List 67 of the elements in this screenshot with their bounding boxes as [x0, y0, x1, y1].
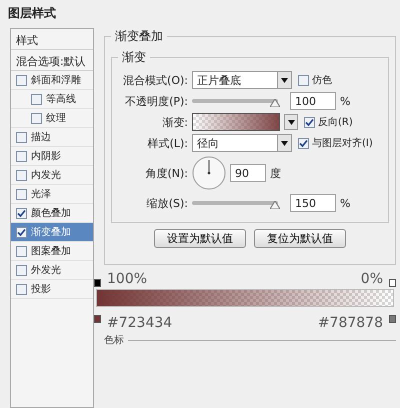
default-button[interactable]: 设置为默认值	[154, 229, 246, 248]
sidebar-item[interactable]: 等高线	[11, 90, 93, 109]
checkbox[interactable]	[16, 74, 27, 86]
dropdown-button[interactable]	[284, 114, 298, 130]
checkbox[interactable]	[16, 208, 27, 218]
opacity-stop-label: 0%	[360, 271, 383, 287]
field-label: 不透明度(P):	[124, 94, 188, 108]
sidebar-item[interactable]: 内阴影	[11, 147, 93, 166]
sidebar-header: 样式	[11, 29, 93, 50]
sidebar-item[interactable]: 渐变叠加	[11, 223, 93, 242]
sidebar-item[interactable]: 图案叠加	[11, 242, 93, 261]
angle-dial[interactable]	[192, 156, 226, 190]
slider-thumb[interactable]	[270, 201, 280, 209]
field-label: 缩放(S):	[146, 196, 188, 210]
checkbox[interactable]	[31, 94, 42, 104]
default-button[interactable]: 复位为默认值	[254, 229, 346, 248]
color-stop-label: #787878	[318, 315, 383, 331]
color-stop-marker[interactable]	[389, 315, 396, 323]
dropdown-arrow-icon	[281, 140, 288, 146]
checkbox[interactable]	[298, 74, 309, 86]
sidebar-item[interactable]: 投影	[11, 280, 93, 299]
checkbox[interactable]	[16, 150, 27, 162]
window-title: 图层样式	[7, 5, 57, 22]
checkbox[interactable]	[16, 264, 27, 276]
dropdown[interactable]: 正片叠底	[192, 71, 292, 89]
group-title: 渐变叠加	[114, 28, 164, 45]
checkbox[interactable]	[16, 246, 27, 256]
sidebar-item[interactable]: 混合选项:默认	[11, 50, 93, 71]
sidebar-item[interactable]: 内发光	[11, 166, 93, 185]
dropdown-arrow-icon	[281, 78, 288, 82]
color-stop-marker[interactable]	[94, 315, 101, 323]
sidebar-item[interactable]: 光泽	[11, 185, 93, 204]
field-label: 角度(N):	[144, 166, 188, 180]
group-title: 渐变	[121, 49, 147, 66]
sidebar-item[interactable]: 描边	[11, 128, 93, 147]
checkbox[interactable]	[16, 132, 27, 142]
opacity-stop-marker[interactable]	[94, 279, 101, 287]
checkbox[interactable]	[16, 170, 27, 180]
checkbox[interactable]	[304, 116, 315, 128]
sidebar-item[interactable]: 纹理	[11, 109, 93, 128]
field-label: 渐变:	[161, 114, 188, 130]
opacity-stop-marker[interactable]	[389, 279, 396, 287]
sidebar-item[interactable]: 外发光	[11, 261, 93, 280]
slider-thumb[interactable]	[270, 99, 280, 107]
checkbox-label: 反向(R)	[318, 116, 353, 129]
number-input[interactable]: 90	[230, 164, 266, 182]
sidebar-item[interactable]: 斜面和浮雕	[11, 71, 93, 90]
checkbox[interactable]	[16, 284, 27, 294]
checkbox[interactable]	[31, 112, 42, 124]
section-title: 色标	[103, 334, 124, 347]
checkbox[interactable]	[16, 188, 27, 200]
gradient-swatch[interactable]	[192, 113, 280, 131]
unit-label: %	[340, 94, 350, 108]
checkbox-label: 与图层对齐(I)	[312, 136, 373, 150]
checkbox[interactable]	[298, 138, 309, 148]
opacity-stop-label: 100%	[107, 271, 148, 287]
unit-label: 度	[270, 166, 281, 180]
number-input[interactable]: 100	[290, 92, 336, 110]
color-stop-label: #723434	[107, 315, 172, 331]
field-label: 样式(L):	[146, 136, 188, 150]
checkbox[interactable]	[16, 226, 27, 238]
number-input[interactable]: 150	[290, 194, 336, 212]
dropdown[interactable]: 径向	[192, 134, 292, 152]
unit-label: %	[340, 196, 350, 210]
dropdown-arrow-icon	[288, 120, 294, 124]
field-label: 混合模式(O):	[122, 72, 188, 88]
checkbox-label: 仿色	[312, 74, 332, 87]
